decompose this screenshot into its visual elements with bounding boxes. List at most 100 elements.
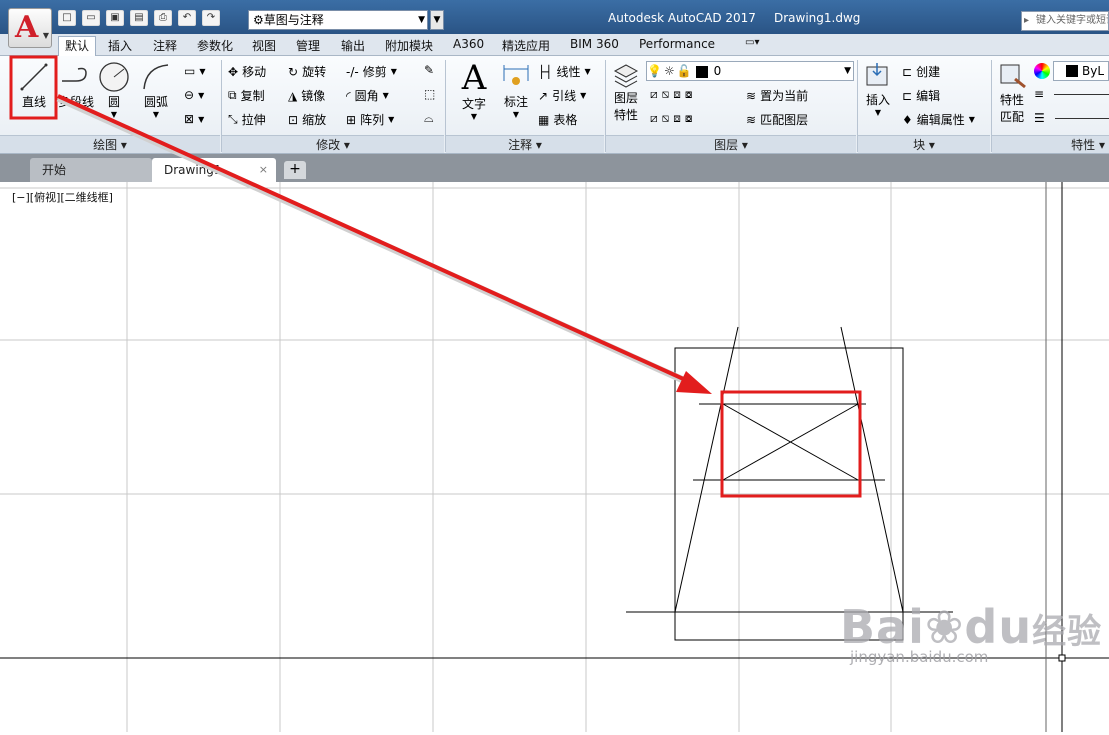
layers-stack-icon	[613, 64, 639, 88]
application-menu-button[interactable]: A ▼	[8, 8, 52, 48]
layer-on-icon[interactable]: ⧄	[650, 111, 658, 126]
tab-parametric[interactable]: 参数化	[197, 37, 233, 54]
tab-annotate[interactable]: 注释	[153, 37, 177, 54]
layers-panel-title[interactable]: 图层 ▾	[606, 135, 856, 153]
line-label: 直线	[21, 95, 46, 109]
arc-button[interactable]: 圆弧 ▼	[136, 61, 176, 119]
layer-lock-icon[interactable]: ⧇	[685, 87, 693, 102]
layer-tools-row-2: ⧄ ⧅ ⧈ ⧇	[650, 111, 693, 126]
block-panel-title[interactable]: 块 ▾	[858, 135, 990, 153]
layer-freeze-icon[interactable]: ⧈	[673, 87, 681, 102]
search-input[interactable]: ▸ 键入关键字或短语	[1021, 11, 1109, 31]
title-bar: □ ▭ ▣ ▤ ⎙ ↶ ↷ ⚙草图与注释 ▼ ▼ Autodesk AutoCA…	[0, 0, 1109, 34]
tab-a360[interactable]: A360	[453, 37, 484, 51]
explode-button[interactable]: ⬚	[424, 87, 435, 101]
line-button[interactable]: 直线	[14, 61, 54, 110]
modify-panel-title[interactable]: 修改 ▾	[222, 135, 444, 153]
properties-panel-title[interactable]: 特性 ▾	[992, 135, 1109, 153]
layer-unisolate-icon[interactable]: ⧅	[662, 111, 670, 126]
layer-thaw-icon[interactable]: ⧈	[673, 111, 681, 126]
redo-icon[interactable]: ↷	[202, 10, 220, 26]
trim-button[interactable]: -/- 修剪 ▼	[346, 63, 397, 80]
workspace-dropdown[interactable]: ⚙草图与注释 ▼	[248, 10, 428, 30]
tab-view[interactable]: 视图	[252, 37, 276, 54]
lineweight-dropdown[interactable]: ≡	[1034, 87, 1109, 101]
annotation-panel-title[interactable]: 注释 ▾	[446, 135, 604, 153]
chevron-down-icon: ▼	[390, 67, 397, 76]
save-icon[interactable]: ▣	[106, 10, 124, 26]
stretch-button[interactable]: ⤡ 拉伸	[228, 111, 266, 128]
copy-label: 复制	[240, 89, 265, 103]
tab-drawing1[interactable]: Drawing1 ×	[152, 158, 276, 182]
match-properties-button[interactable]: 特性 匹配	[994, 61, 1030, 125]
polyline-button[interactable]: 多段线	[56, 61, 96, 110]
new-tab-button[interactable]: +	[284, 161, 306, 179]
match-layer-button[interactable]: ≋ 匹配图层	[746, 111, 808, 128]
move-button[interactable]: ✥ 移动	[228, 63, 266, 80]
chevron-down-icon: ▼	[388, 115, 395, 124]
insert-block-button[interactable]: 插入 ▼	[860, 61, 896, 117]
mirror-button[interactable]: ◮ 镜像	[288, 87, 325, 104]
copy-button[interactable]: ⧉ 复制	[228, 87, 265, 104]
linear-label: 线性	[556, 65, 581, 79]
tab-featured-apps[interactable]: 精选应用	[502, 37, 550, 54]
linetype-preview	[1054, 117, 1109, 119]
edit-block-button[interactable]: ⊏ 编辑	[902, 87, 940, 104]
match-properties-label-1: 特性	[999, 93, 1024, 107]
text-a-icon: A	[461, 58, 487, 98]
layer-dropdown[interactable]: 💡 ☼ 🔓 0 ▼	[646, 61, 854, 81]
tab-performance[interactable]: Performance	[639, 37, 715, 51]
close-icon[interactable]: ×	[259, 158, 268, 182]
left-slant-line[interactable]	[674, 326, 739, 613]
rotate-button[interactable]: ↻ 旋转	[288, 63, 326, 80]
fillet-button[interactable]: ◜ 圆角 ▼	[346, 87, 389, 104]
erase-button[interactable]: ✎	[424, 63, 434, 77]
explode-icon: ⬚	[424, 87, 436, 101]
layer-isolate-icon[interactable]: ⧅	[662, 87, 670, 102]
layer-off-icon[interactable]: ⧄	[650, 87, 658, 102]
tab-insert[interactable]: 插入	[108, 37, 132, 54]
new-file-icon[interactable]: □	[58, 10, 76, 26]
match-layer-icon: ≋	[746, 112, 757, 127]
set-current-button[interactable]: ≋ 置为当前	[746, 87, 808, 104]
scale-button[interactable]: ⊡ 缩放	[288, 111, 326, 128]
rotate-icon: ↻	[288, 64, 299, 79]
text-button[interactable]: A 文字 ▼	[452, 61, 496, 121]
boundary-button[interactable]: ⊠ ▼	[184, 112, 204, 126]
hatch-button[interactable]: ⊖ ▼	[184, 88, 204, 102]
color-dropdown[interactable]: ByL	[1053, 61, 1109, 81]
chevron-down-icon: ▼	[580, 91, 587, 100]
ribbon-minimize-button[interactable]: ▭▾	[745, 37, 759, 48]
save-as-icon[interactable]: ▤	[130, 10, 148, 26]
chevron-down-icon: ▼	[968, 115, 975, 124]
dimension-button[interactable]: 标注 ▼	[498, 61, 534, 119]
layer-unlock-icon[interactable]: ⧇	[685, 111, 693, 126]
circle-button[interactable]: 圆 ▼	[96, 61, 132, 119]
color-wheel-icon[interactable]	[1034, 63, 1050, 79]
array-button[interactable]: ⊞ 阵列 ▼	[346, 111, 394, 128]
tab-output[interactable]: 输出	[341, 37, 365, 54]
viewport-controls-label[interactable]: [−][俯视][二维线框]	[12, 189, 113, 205]
tab-addins[interactable]: 附加模块	[385, 37, 433, 54]
rectangle-button[interactable]: ▭ ▼	[184, 64, 206, 78]
tab-bim360[interactable]: BIM 360	[570, 37, 619, 51]
open-file-icon[interactable]: ▭	[82, 10, 100, 26]
rotate-label: 旋转	[302, 65, 327, 79]
leader-button[interactable]: ↗ 引线 ▼	[538, 87, 586, 104]
edit-attributes-button[interactable]: ♦ 编辑属性 ▼	[902, 111, 975, 128]
tab-default[interactable]: 默认	[58, 36, 97, 56]
linetype-dropdown[interactable]: ☰	[1034, 111, 1109, 125]
draw-panel-title[interactable]: 绘图 ▾	[0, 135, 220, 153]
tab-manage[interactable]: 管理	[296, 37, 320, 54]
create-block-button[interactable]: ⊏ 创建	[902, 63, 940, 80]
linear-dim-button[interactable]: ├┤ 线性 ▼	[538, 63, 591, 80]
right-slant-line[interactable]	[840, 326, 904, 613]
layer-properties-button[interactable]: 图层 特性	[608, 61, 644, 123]
offset-icon: ⌓	[424, 111, 434, 125]
offset-button[interactable]: ⌓	[424, 111, 434, 126]
print-icon[interactable]: ⎙	[154, 10, 172, 26]
undo-icon[interactable]: ↶	[178, 10, 196, 26]
customize-qat-button[interactable]: ▼	[430, 10, 444, 30]
tab-start[interactable]: 开始	[30, 158, 152, 182]
table-button[interactable]: ▦ 表格	[538, 111, 577, 128]
